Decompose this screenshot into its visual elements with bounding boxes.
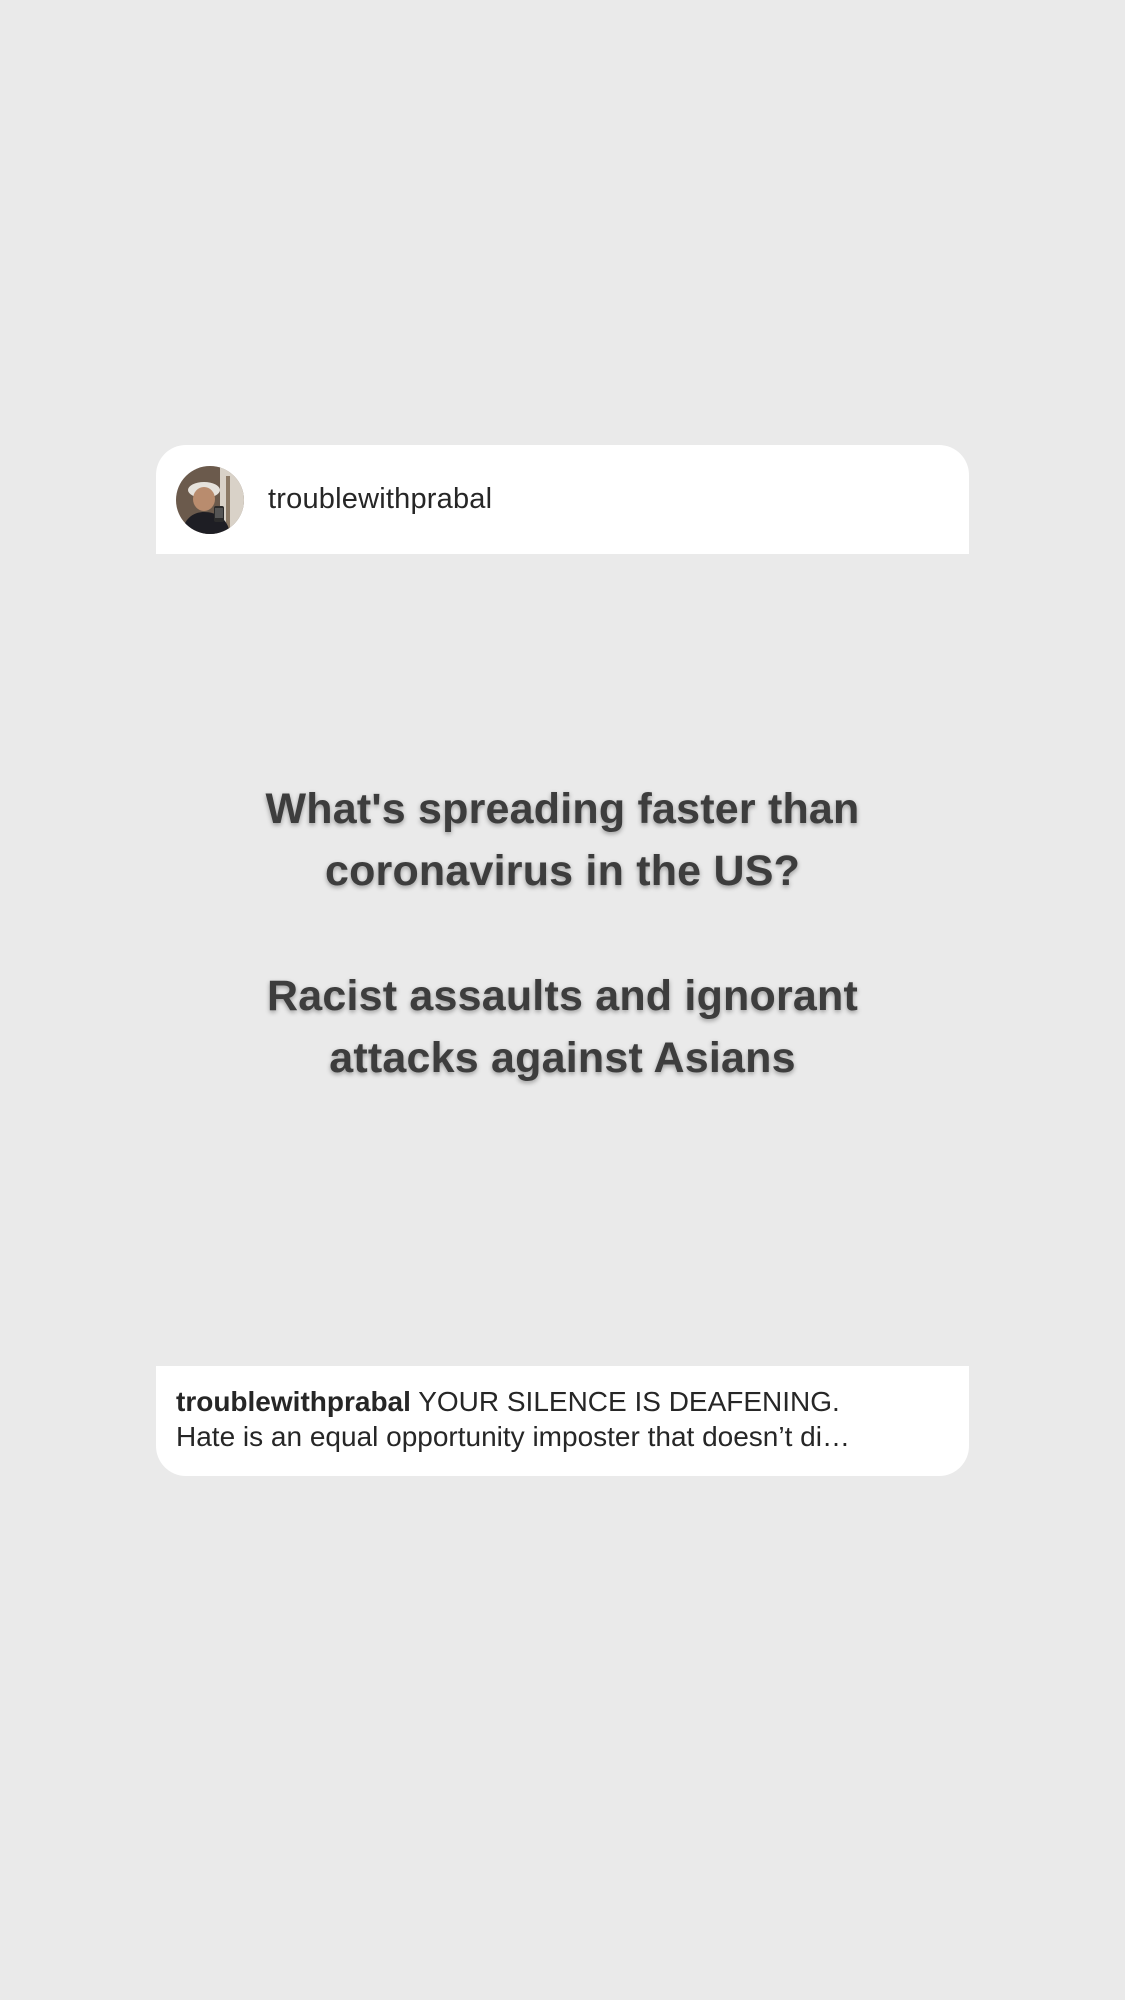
image-answer-text: Racist assaults and ignorant attacks aga…: [156, 965, 969, 1089]
question-line-1: What's spreading faster than: [265, 785, 860, 833]
answer-line-1: Racist assaults and ignorant: [266, 972, 859, 1020]
answer-line-2: attacks against Asians: [329, 1034, 796, 1082]
caption-line-1: troublewithprabal YOUR SILENCE IS DEAFEN…: [176, 1384, 949, 1419]
image-question-text: What's spreading faster than coronavirus…: [156, 778, 969, 902]
avatar[interactable]: [176, 465, 244, 534]
caption-username[interactable]: troublewithprabal: [176, 1386, 411, 1417]
avatar-photo-icon: [176, 465, 244, 534]
caption-text-line-2: Hate is an equal opportunity imposter th…: [176, 1421, 850, 1452]
question-line-2: coronavirus in the US?: [324, 847, 801, 895]
post-caption[interactable]: troublewithprabal YOUR SILENCE IS DEAFEN…: [156, 1366, 969, 1476]
post-author-username[interactable]: troublewithprabal: [268, 483, 492, 516]
caption-text-line-1: YOUR SILENCE IS DEAFENING.: [418, 1386, 840, 1417]
story-screen: { "post": { "header": { "username": "tro…: [0, 0, 1125, 2000]
post-header[interactable]: troublewithprabal: [156, 445, 969, 554]
post-image[interactable]: What's spreading faster than coronavirus…: [156, 554, 969, 1366]
shared-post-card[interactable]: troublewithprabal What's spreading faste…: [156, 445, 969, 1476]
